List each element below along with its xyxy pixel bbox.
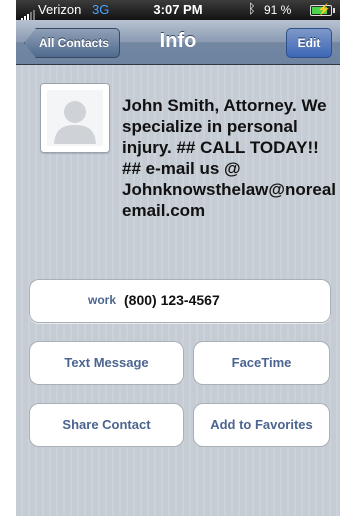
phone-number-row[interactable]: work (800) 123-4567	[29, 279, 331, 323]
person-silhouette-icon	[41, 84, 109, 152]
phone-screen: Verizon 3G 3:07 PM ᛒ 91 % ⚡ All Contacts…	[16, 0, 340, 516]
battery-icon: ⚡	[310, 4, 335, 16]
bluetooth-icon: ᛒ	[248, 1, 256, 16]
navigation-bar: All Contacts Info Edit	[16, 20, 340, 65]
battery-percent: 91 %	[264, 3, 292, 17]
share-contact-button[interactable]: Share Contact	[29, 403, 184, 447]
text-message-button[interactable]: Text Message	[29, 341, 184, 385]
facetime-button[interactable]: FaceTime	[193, 341, 330, 385]
edit-button[interactable]: Edit	[286, 28, 332, 58]
status-bar: Verizon 3G 3:07 PM ᛒ 91 % ⚡	[16, 0, 340, 21]
contact-photo[interactable]	[40, 83, 110, 153]
phone-label: work	[87, 293, 116, 307]
contact-name: John Smith, Attorney. We specialize in p…	[122, 96, 337, 220]
phone-number: (800) 123-4567	[124, 292, 220, 308]
add-to-favorites-button[interactable]: Add to Favorites	[193, 403, 330, 447]
clock: 3:07 PM	[153, 2, 203, 17]
